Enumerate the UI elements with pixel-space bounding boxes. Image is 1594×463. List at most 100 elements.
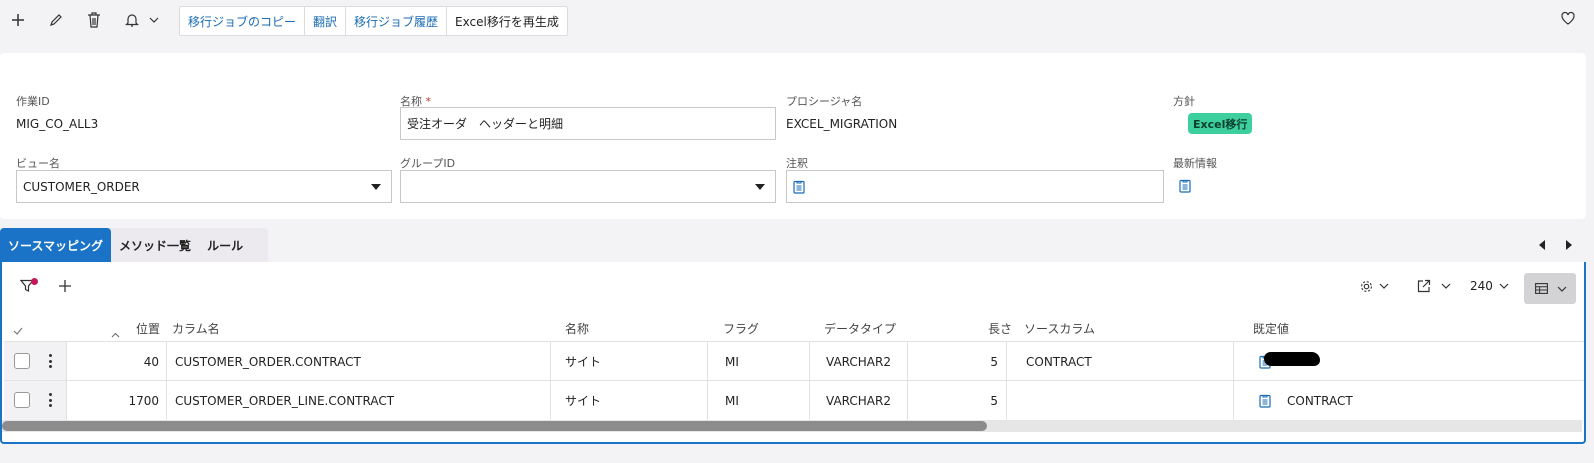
col-header-data-type[interactable]: データタイプ	[824, 320, 896, 337]
chevron-down-icon	[1556, 283, 1568, 295]
column-divider	[809, 381, 810, 420]
cell-flag: MI	[725, 354, 739, 369]
column-divider	[1006, 381, 1007, 420]
dropdown-caret-icon	[755, 184, 765, 190]
source-mapping-grid: 240 位置 カラム名 名称 フラグ データタイプ 長さ ソースカラム 既定値 …	[0, 262, 1586, 444]
note-label: 注釈	[786, 157, 808, 170]
job-header-card: 作業ID MIG_CO_ALL3 名称 * 受注オーダ ヘッダーと明細 プロシー…	[0, 53, 1586, 219]
table-icon	[1534, 281, 1548, 295]
procedure-label: プロシージャ名	[786, 95, 863, 108]
col-header-length[interactable]: 長さ	[952, 320, 1012, 337]
cell-data-type: VARCHAR2	[826, 354, 891, 369]
column-divider	[907, 342, 908, 381]
column-divider	[166, 381, 167, 420]
view-name-select[interactable]: CUSTOMER_ORDER	[16, 170, 392, 203]
column-divider	[707, 381, 708, 420]
pencil-icon[interactable]	[46, 10, 66, 30]
cell-default-value: CONTRACT	[1259, 381, 1353, 420]
col-header-name[interactable]: 名称	[565, 320, 589, 337]
add-row-icon[interactable]	[57, 278, 73, 294]
page-size-selector[interactable]: 240	[1470, 279, 1493, 293]
tab-scroll-left-icon[interactable]	[1539, 240, 1545, 250]
select-all-check-icon[interactable]	[12, 326, 24, 336]
row-checkbox[interactable]	[14, 392, 30, 408]
cell-data-type: VARCHAR2	[826, 393, 891, 408]
table-row[interactable]: 40 CUSTOMER_ORDER.CONTRACT サイト MI VARCHA…	[4, 341, 1584, 381]
column-divider	[1233, 381, 1234, 420]
table-row[interactable]: 1700 CUSTOMER_ORDER_LINE.CONTRACT サイト MI…	[4, 380, 1584, 420]
col-header-source-column[interactable]: ソースカラム	[1024, 320, 1095, 337]
chevron-down-icon[interactable]	[1378, 280, 1390, 292]
col-header-column-name[interactable]: カラム名	[172, 320, 220, 337]
chevron-down-icon[interactable]	[1498, 280, 1510, 292]
chevron-down-icon[interactable]	[144, 10, 164, 30]
col-header-position[interactable]: 位置	[124, 320, 160, 337]
column-divider	[1233, 342, 1234, 381]
column-divider	[550, 342, 551, 381]
tab-source-mapping[interactable]: ソースマッピング	[0, 228, 112, 262]
latest-info-document-icon[interactable]	[1179, 179, 1191, 193]
regenerate-excel-migration-button[interactable]: Excel移行を再生成	[447, 7, 567, 35]
heart-icon[interactable]	[1560, 10, 1578, 28]
plus-icon[interactable]	[8, 10, 28, 30]
toolbar-button-group: 移行ジョブのコピー 翻訳 移行ジョブ履歴 Excel移行を再生成	[179, 6, 568, 36]
cell-position: 40	[143, 354, 159, 369]
view-name-label: ビュー名	[16, 157, 60, 170]
group-id-select[interactable]	[400, 170, 776, 203]
gear-icon[interactable]	[1358, 278, 1374, 294]
cell-position: 1700	[128, 393, 159, 408]
migration-job-history-button[interactable]: 移行ジョブ履歴	[346, 7, 448, 35]
horizontal-scrollbar[interactable]	[2, 420, 1582, 432]
tab-bar: ソースマッピング メソッド一覧 ルール	[0, 228, 268, 262]
latest-info-label: 最新情報	[1173, 157, 1217, 170]
table-view-button[interactable]	[1524, 273, 1576, 304]
job-id-label: 作業ID	[16, 95, 50, 108]
bell-icon[interactable]	[122, 10, 142, 30]
cell-name: サイト	[565, 355, 602, 369]
view-name-value: CUSTOMER_ORDER	[23, 179, 140, 194]
toolbar: 移行ジョブのコピー 翻訳 移行ジョブ履歴 Excel移行を再生成	[0, 0, 1594, 42]
cell-length: 5	[990, 393, 998, 408]
chevron-down-icon[interactable]	[1440, 280, 1452, 292]
sort-ascending-icon[interactable]	[110, 331, 120, 339]
page-size-value: 240	[1470, 279, 1493, 293]
document-icon[interactable]	[793, 180, 805, 194]
tab-method-list[interactable]: メソッド一覧	[111, 228, 199, 262]
name-input[interactable]: 受注オーダ ヘッダーと明細	[400, 107, 776, 140]
document-icon[interactable]	[1259, 394, 1271, 408]
policy-badge: Excel移行	[1188, 113, 1253, 134]
column-divider	[1006, 342, 1007, 381]
active-filter-dot	[31, 278, 38, 285]
column-divider	[809, 342, 810, 381]
cell-source-column: CONTRACT	[1026, 354, 1092, 369]
col-header-default-value[interactable]: 既定値	[1253, 320, 1289, 337]
dropdown-caret-icon	[371, 184, 381, 190]
row-menu-icon[interactable]	[48, 354, 52, 368]
row-checkbox[interactable]	[14, 353, 30, 369]
column-divider	[166, 342, 167, 381]
default-value-text: CONTRACT	[1287, 393, 1353, 408]
job-id-value: MIG_CO_ALL3	[16, 117, 99, 131]
copy-migration-job-button[interactable]: 移行ジョブのコピー	[180, 7, 306, 35]
col-header-flag[interactable]: フラグ	[723, 320, 759, 337]
scrollbar-thumb[interactable]	[2, 421, 987, 431]
export-icon[interactable]	[1416, 278, 1432, 294]
translate-button[interactable]: 翻訳	[305, 7, 347, 35]
column-divider	[707, 342, 708, 381]
cell-length: 5	[990, 354, 998, 369]
cell-flag: MI	[725, 393, 739, 408]
tab-rules[interactable]: ルール	[199, 228, 251, 262]
group-id-label: グループID	[400, 157, 456, 170]
note-field[interactable]	[786, 170, 1164, 203]
procedure-value: EXCEL_MIGRATION	[786, 117, 898, 131]
cell-name: サイト	[565, 394, 602, 408]
policy-label: 方針	[1173, 95, 1195, 108]
column-divider	[550, 381, 551, 420]
redacted-value	[1264, 352, 1320, 366]
cell-column-name: CUSTOMER_ORDER.CONTRACT	[175, 354, 361, 369]
tab-scroll-right-icon[interactable]	[1566, 240, 1572, 250]
trash-icon[interactable]	[84, 10, 104, 30]
column-divider	[907, 381, 908, 420]
row-menu-icon[interactable]	[48, 393, 52, 407]
cell-column-name: CUSTOMER_ORDER_LINE.CONTRACT	[175, 393, 395, 408]
